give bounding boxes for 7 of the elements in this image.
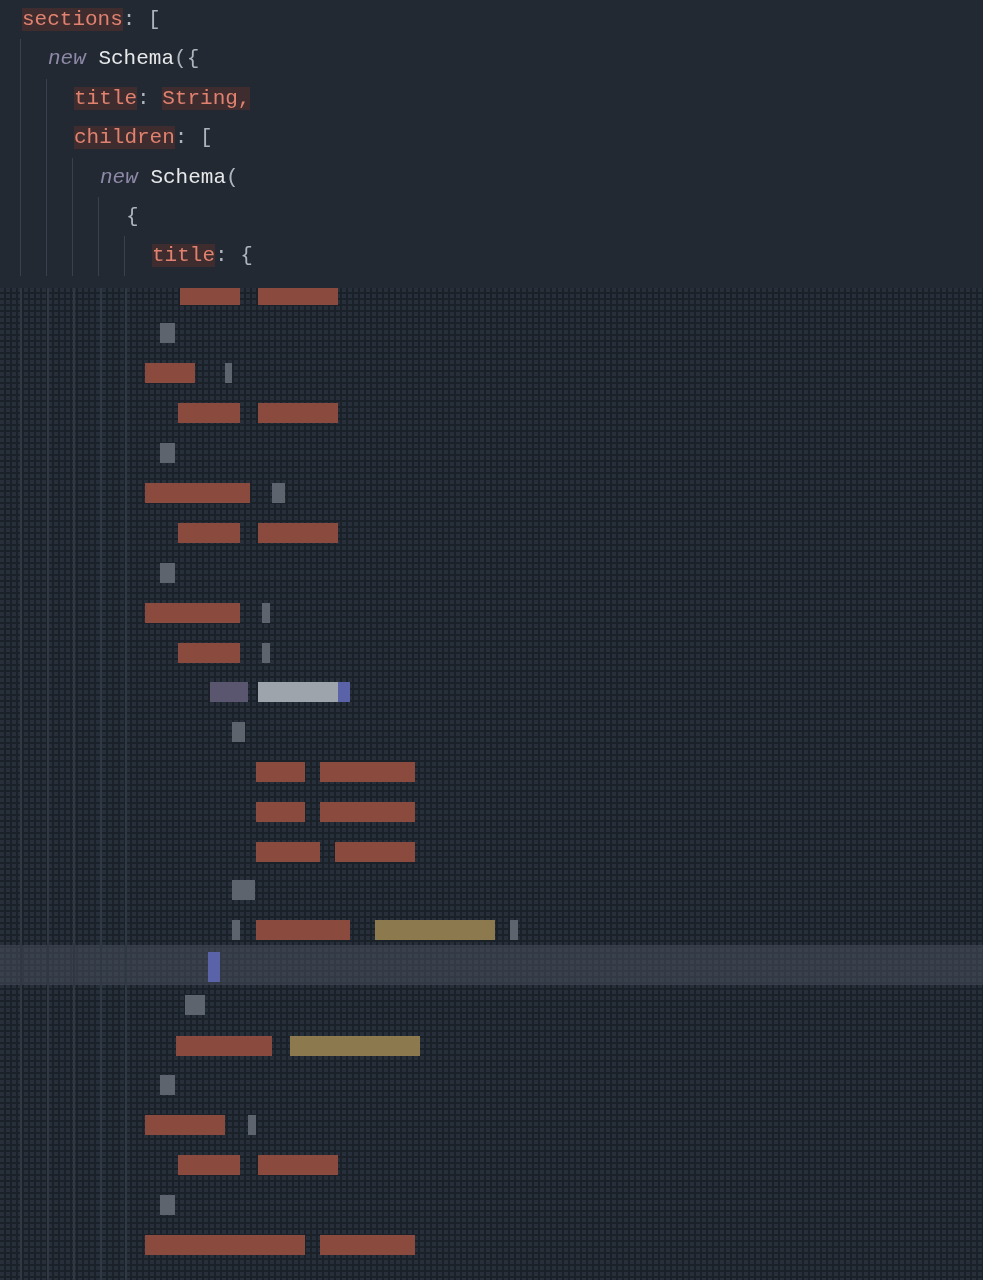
code-line: children: [ — [74, 125, 213, 152]
code-line: { — [126, 203, 139, 230]
code-line: new Schema( — [100, 164, 239, 191]
code-line: title: { — [152, 243, 253, 270]
code-line: sections: [ — [22, 7, 161, 33]
code-line: new Schema({ — [48, 46, 200, 73]
code-line: title: String, — [74, 85, 251, 112]
